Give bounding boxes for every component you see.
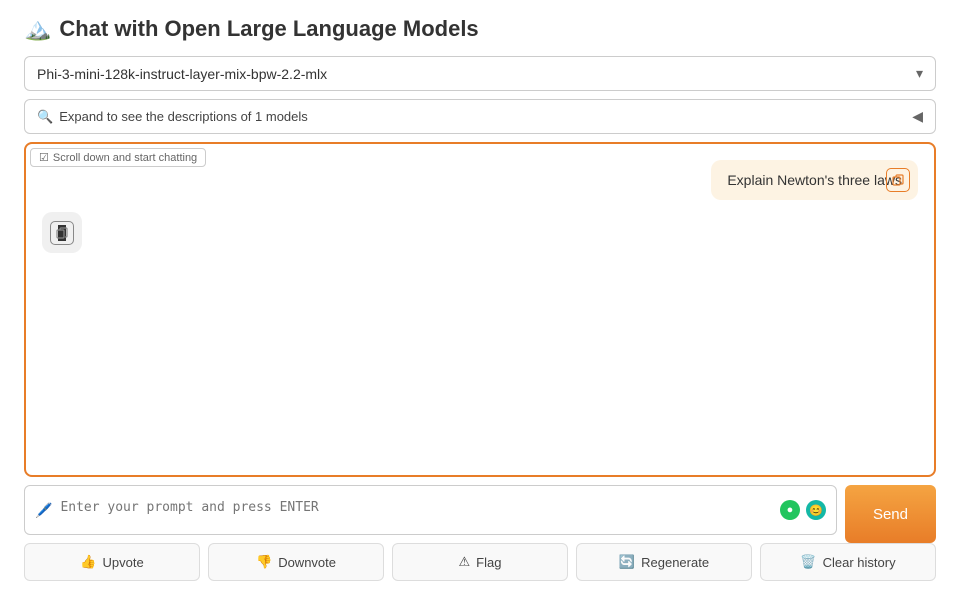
flag-label: Flag bbox=[476, 555, 501, 570]
upvote-label: Upvote bbox=[102, 555, 143, 570]
flag-button[interactable]: ⚠ Flag bbox=[392, 543, 568, 581]
clear-history-label: Clear history bbox=[823, 555, 896, 570]
mountain-icon: 🏔️ bbox=[24, 16, 51, 42]
expand-models-text: 🔍 Expand to see the descriptions of 1 mo… bbox=[37, 109, 308, 125]
chat-messages: Explain Newton's three laws bbox=[26, 144, 934, 475]
assistant-message bbox=[42, 212, 82, 253]
thumbs-down-icon: 👎 bbox=[256, 554, 272, 570]
regenerate-label: Regenerate bbox=[641, 555, 709, 570]
collapse-icon: ◀ bbox=[912, 108, 923, 125]
scroll-hint: ☑ Scroll down and start chatting bbox=[30, 148, 206, 167]
model-selector[interactable]: Phi-3-mini-128k-instruct-layer-mix-bpw-2… bbox=[24, 56, 936, 91]
prompt-input-row: 🖊️ ● 😊 bbox=[24, 485, 837, 535]
regenerate-button[interactable]: 🔄 Regenerate bbox=[576, 543, 752, 581]
regenerate-icon: 🔄 bbox=[619, 554, 635, 570]
thumbs-up-icon: 👍 bbox=[80, 554, 96, 570]
page-title: 🏔️ Chat with Open Large Language Models bbox=[24, 16, 936, 42]
downvote-button[interactable]: 👎 Downvote bbox=[208, 543, 384, 581]
search-icon: 🔍 bbox=[37, 109, 53, 125]
prompt-input[interactable] bbox=[60, 492, 772, 528]
user-message-text: Explain Newton's three laws bbox=[727, 172, 902, 188]
pen-icon: 🖊️ bbox=[35, 502, 52, 519]
send-button[interactable]: Send bbox=[845, 485, 936, 543]
expand-models-row[interactable]: 🔍 Expand to see the descriptions of 1 mo… bbox=[24, 99, 936, 134]
emoji-icon[interactable]: 😊 bbox=[806, 500, 826, 520]
chevron-down-icon: ▾ bbox=[916, 65, 923, 82]
chat-container: ☑ Scroll down and start chatting Explain… bbox=[24, 142, 936, 477]
upvote-button[interactable]: 👍 Upvote bbox=[24, 543, 200, 581]
page: 🏔️ Chat with Open Large Language Models … bbox=[0, 0, 960, 601]
model-selector-label: Phi-3-mini-128k-instruct-layer-mix-bpw-2… bbox=[37, 66, 327, 82]
input-action-icons: ● 😊 bbox=[780, 500, 826, 520]
flag-icon: ⚠ bbox=[459, 554, 471, 570]
action-buttons-row: 👍 Upvote 👎 Downvote ⚠ Flag 🔄 Regenerate … bbox=[24, 543, 936, 581]
trash-icon: 🗑️ bbox=[800, 554, 816, 570]
page-title-text: Chat with Open Large Language Models bbox=[59, 16, 478, 42]
input-wrapper: 🖊️ ● 😊 bbox=[24, 485, 837, 543]
clear-history-button[interactable]: 🗑️ Clear history bbox=[760, 543, 936, 581]
user-message: Explain Newton's three laws bbox=[711, 160, 918, 200]
voice-input-icon[interactable]: ● bbox=[780, 500, 800, 520]
copy-user-message-button[interactable] bbox=[886, 168, 910, 192]
input-send-row: 🖊️ ● 😊 Send bbox=[24, 485, 936, 543]
copy-assistant-message-button[interactable] bbox=[50, 221, 74, 245]
downvote-label: Downvote bbox=[278, 555, 336, 570]
checkbox-icon: ☑ bbox=[39, 151, 49, 164]
